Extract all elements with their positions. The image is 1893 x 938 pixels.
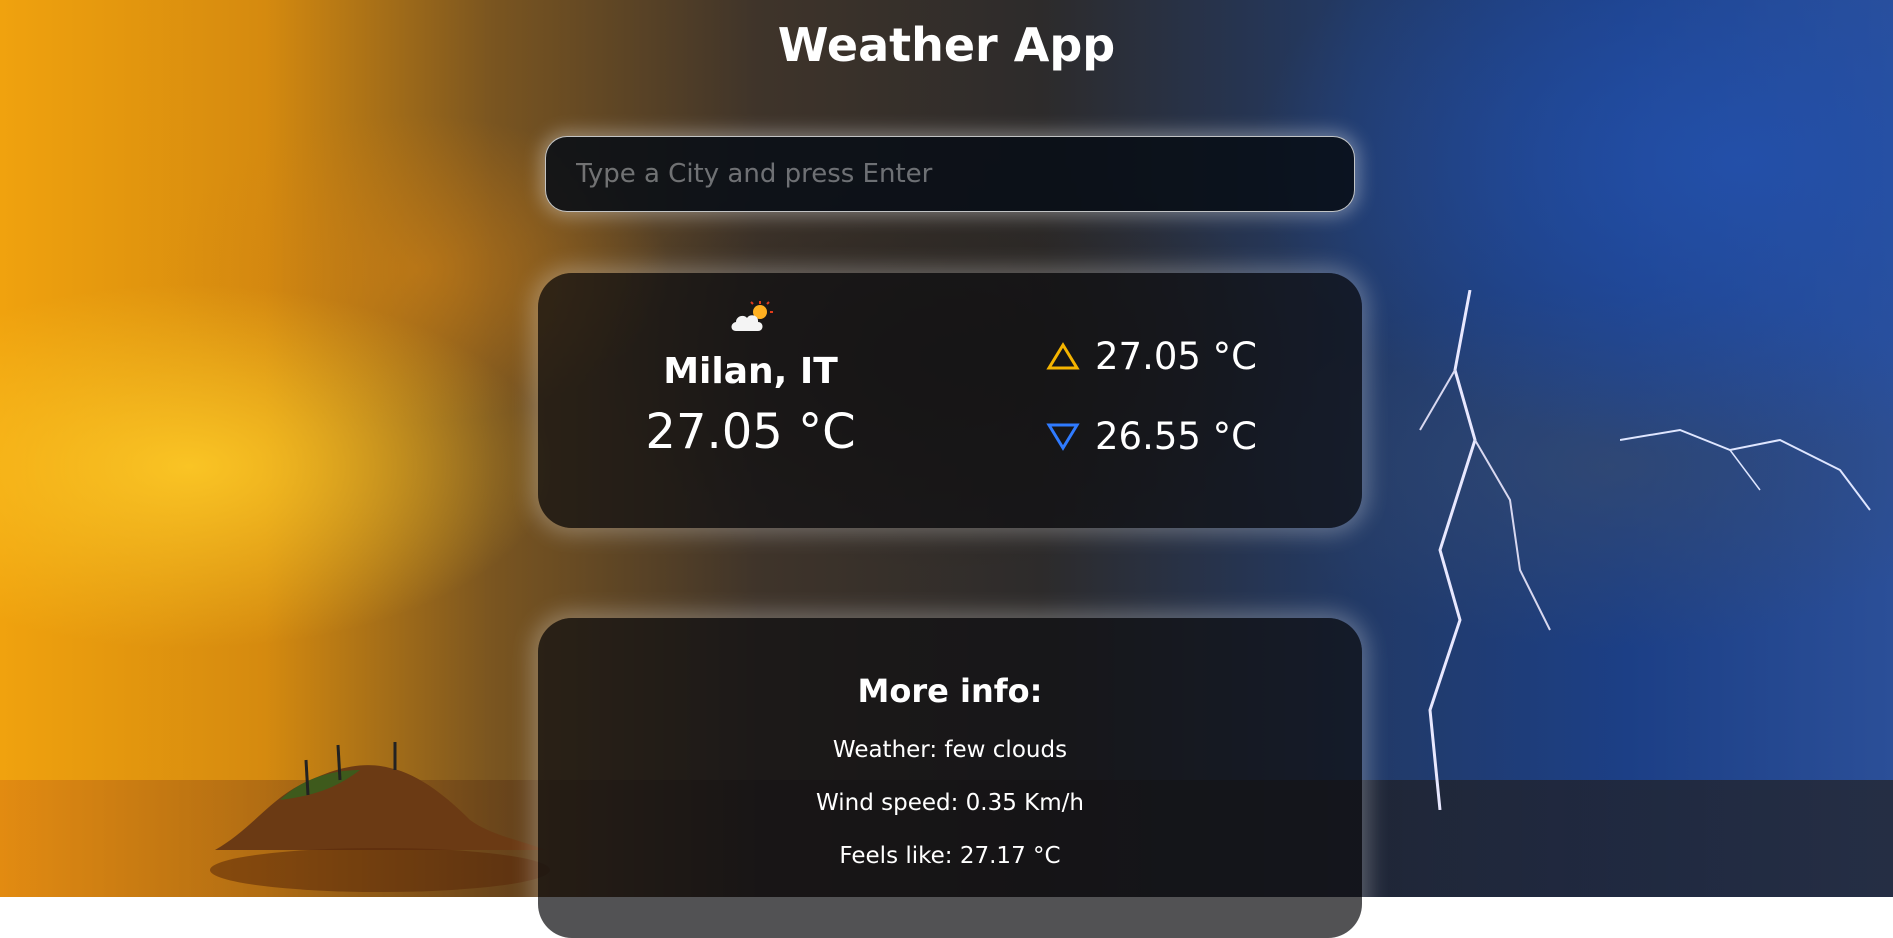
current-weather-card: Milan, IT 27.05 °C 27.05 °C 26.55 °C bbox=[538, 273, 1362, 528]
triangle-down-icon bbox=[1046, 423, 1080, 451]
lightning-branch-image bbox=[1620, 428, 1871, 511]
min-temperature-row: 26.55 °C bbox=[1046, 411, 1257, 461]
max-temperature-row: 27.05 °C bbox=[1046, 331, 1257, 381]
triangle-up-icon bbox=[1046, 342, 1080, 370]
weather-description: Weather: few clouds bbox=[832, 737, 1068, 763]
current-weather-summary: Milan, IT 27.05 °C bbox=[538, 301, 963, 460]
more-info-title: More info: bbox=[857, 672, 1043, 710]
island-image bbox=[210, 742, 550, 892]
cloud-sun-icon bbox=[731, 301, 773, 331]
current-temperature: 27.05 °C bbox=[645, 404, 856, 460]
temperature-range: 27.05 °C 26.55 °C bbox=[1046, 331, 1257, 491]
city-name: Milan, IT bbox=[663, 351, 838, 392]
min-temperature: 26.55 °C bbox=[1095, 414, 1258, 458]
lightning-bolt-image bbox=[1419, 290, 1551, 810]
max-temperature: 27.05 °C bbox=[1095, 334, 1258, 378]
wind-speed: Wind speed: 0.35 Km/h bbox=[816, 790, 1084, 816]
more-info-card: More info: Weather: few clouds Wind spee… bbox=[538, 618, 1362, 938]
app-title: Weather App bbox=[777, 18, 1116, 72]
city-search-input[interactable] bbox=[545, 136, 1355, 212]
feels-like: Feels like: 27.17 °C bbox=[839, 843, 1061, 869]
